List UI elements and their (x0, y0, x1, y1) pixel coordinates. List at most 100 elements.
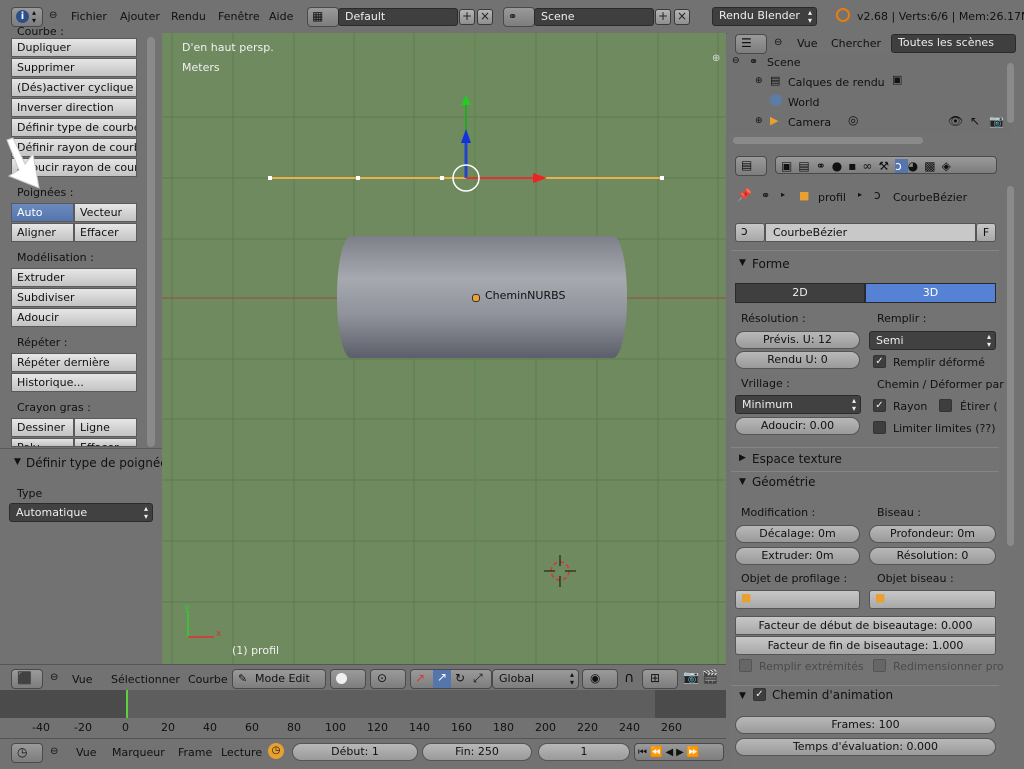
path-animation-checkbox[interactable]: ✓ (753, 688, 766, 701)
collapse-menu-icon[interactable]: ⊖ (49, 10, 57, 21)
collapse-triangle-icon[interactable]: ▼ (739, 691, 746, 701)
handle-align-button[interactable]: Aligner (11, 223, 74, 242)
menu-vue[interactable]: Vue (76, 746, 97, 759)
add-scene-button[interactable]: + (655, 9, 671, 25)
layers-tab-icon[interactable]: ▤ (798, 159, 815, 173)
menu-marqueur[interactable]: Marqueur (112, 746, 165, 759)
menu-frame[interactable]: Frame (178, 746, 212, 759)
poly-button[interactable]: Poly (11, 438, 74, 447)
end-frame-field[interactable]: Fin: 250 (422, 743, 532, 761)
timeline-editor-button[interactable]: ◷ (11, 743, 43, 763)
modifiers-tab-icon[interactable]: ⚒ (878, 159, 895, 173)
tool-shelf-scrollbar[interactable] (147, 37, 155, 447)
outliner-item-scene[interactable]: Scene (767, 56, 801, 69)
screen-layout-field[interactable]: Default (338, 8, 458, 26)
shading-select[interactable] (330, 669, 366, 689)
fake-user-button[interactable]: F (976, 223, 996, 242)
bevel-start-field[interactable]: Facteur de début de biseautage: 0.000 (735, 616, 996, 635)
history-button[interactable]: Historique... (11, 373, 137, 392)
duplicate-button[interactable]: Dupliquer (11, 38, 137, 57)
set-curve-type-button[interactable]: Définir type de courbe (11, 118, 137, 137)
draw-button[interactable]: Dessiner (11, 418, 74, 437)
mode-select[interactable]: ✎ Mode Edit (232, 669, 326, 689)
material-tab-icon[interactable]: ◕ (908, 159, 924, 173)
play-reverse-icon[interactable]: ◀ (665, 747, 676, 758)
menu-ajouter[interactable]: Ajouter (120, 10, 160, 23)
forme-title[interactable]: Forme (752, 257, 790, 271)
texture-tab-icon[interactable]: ▩ (924, 159, 941, 173)
render-u-field[interactable]: Rendu U: 0 (735, 351, 860, 369)
bevel-depth-field[interactable]: Profondeur: 0m (869, 525, 996, 543)
render-clapper-icon[interactable]: 🎬 (702, 670, 718, 685)
render-engine-select[interactable]: Rendu Blender ▴ ▾ (712, 7, 817, 26)
switch-direction-button[interactable]: Inverser direction (11, 98, 137, 117)
snap-element-select[interactable]: ⊞ (642, 669, 678, 689)
orientation-select[interactable]: Global ▴ ▾ (492, 669, 579, 689)
smooth-button[interactable]: Adoucir (11, 308, 137, 327)
bevel-end-field[interactable]: Facteur de fin de biseautage: 1.000 (735, 636, 996, 655)
extrude-button[interactable]: Extruder (11, 268, 137, 287)
manipulator-toggle[interactable]: ↗ ↗ ↻ ⤢ (410, 669, 492, 689)
scene-tab-icon[interactable]: ⚭ (816, 159, 832, 173)
outliner-hscrollbar[interactable] (733, 137, 923, 144)
constraints-tab-icon[interactable]: ∞ (862, 159, 878, 173)
editor-type-button[interactable]: ⬛ (11, 669, 43, 689)
pivot-select[interactable]: ⊙ (370, 669, 406, 689)
collapse-triangle-icon[interactable]: ▼ (739, 477, 746, 487)
remove-layout-button[interactable]: × (477, 9, 493, 25)
next-keyframe-icon[interactable]: ⏩ (687, 747, 702, 758)
preview-u-field[interactable]: Prévis. U: 12 (735, 331, 860, 349)
start-frame-field[interactable]: Début: 1 (292, 743, 418, 761)
repeat-last-button[interactable]: Répéter dernière (11, 353, 137, 372)
bevel-resolution-field[interactable]: Résolution: 0 (869, 547, 996, 565)
nurbs-path-object[interactable] (337, 236, 627, 358)
object-origin-dot[interactable] (472, 294, 480, 302)
expand-toggle-icon[interactable]: ⊕ (755, 116, 763, 126)
add-layout-button[interactable]: + (459, 9, 475, 25)
collapse-menu-icon[interactable]: ⊖ (50, 672, 58, 683)
handle-type-select[interactable]: Automatique ▴ ▾ (9, 503, 153, 522)
menu-courbe[interactable]: Courbe (188, 673, 228, 686)
preview-range-icon[interactable]: ◷ (268, 743, 284, 759)
radius-checkbox[interactable]: ✓ (873, 399, 886, 412)
playback-controls[interactable]: ⏮⏪◀▶⏩ (634, 743, 724, 761)
datablock-name-field[interactable]: CourbeBézier (765, 223, 976, 242)
bevel-object-field[interactable]: ■ (869, 590, 996, 609)
outliner-vscrollbar[interactable] (1007, 63, 1014, 123)
path-animation-title[interactable]: Chemin d'animation (772, 688, 893, 702)
transform-manipulator[interactable] (447, 93, 557, 198)
collapse-triangle-icon[interactable]: ▼ (14, 457, 21, 467)
delete-button[interactable]: Supprimer (11, 58, 137, 77)
fill-deform-checkbox[interactable]: ✓ (873, 355, 886, 368)
path-frames-field[interactable]: Frames: 100 (735, 716, 996, 734)
remove-scene-button[interactable]: × (674, 9, 690, 25)
menu-fichier[interactable]: Fichier (71, 10, 107, 23)
menu-aide[interactable]: Aide (269, 10, 293, 23)
map-taper-checkbox[interactable] (873, 659, 886, 672)
scene-field[interactable]: Scene (534, 8, 654, 26)
outliner-filter-select[interactable]: Toutes les scènes (891, 34, 1016, 53)
proportional-edit-select[interactable]: ◉ (582, 669, 618, 689)
properties-scrollbar[interactable] (1007, 186, 1014, 546)
bounds-clamp-checkbox[interactable] (873, 421, 886, 434)
menu-vue[interactable]: Vue (797, 37, 818, 50)
collapse-triangle-icon[interactable]: ▼ (739, 258, 746, 268)
menu-chercher[interactable]: Chercher (831, 37, 881, 50)
line-button[interactable]: Ligne (74, 418, 137, 437)
jump-start-icon[interactable]: ⏮ (638, 747, 650, 758)
timeline-area[interactable]: -40 -20 0 20 40 60 80 100 120 140 160 18… (0, 690, 726, 738)
offset-field[interactable]: Décalage: 0m (735, 525, 860, 543)
cursor-select-icon[interactable]: ↖ (970, 114, 980, 128)
menu-selectionner[interactable]: Sélectionner (111, 673, 180, 686)
texture-space-panel[interactable]: ▶ Espace texture (731, 447, 999, 470)
screen-layout-icon-button[interactable]: ▦ (307, 7, 339, 27)
world-tab-icon[interactable]: ● (832, 159, 848, 173)
eye-icon[interactable]: 👁 (948, 114, 963, 128)
menu-lecture[interactable]: Lecture (221, 746, 262, 759)
eval-time-field[interactable]: Temps d'évaluation: 0.000 (735, 738, 996, 756)
menu-vue[interactable]: Vue (72, 673, 93, 686)
expand-toggle-icon[interactable]: ⊖ (732, 56, 740, 66)
outliner-item-world[interactable]: World (788, 96, 820, 109)
collapse-menu-icon[interactable]: ⊖ (50, 746, 58, 757)
twist-method-select[interactable]: Minimum ▴ ▾ (735, 395, 861, 414)
